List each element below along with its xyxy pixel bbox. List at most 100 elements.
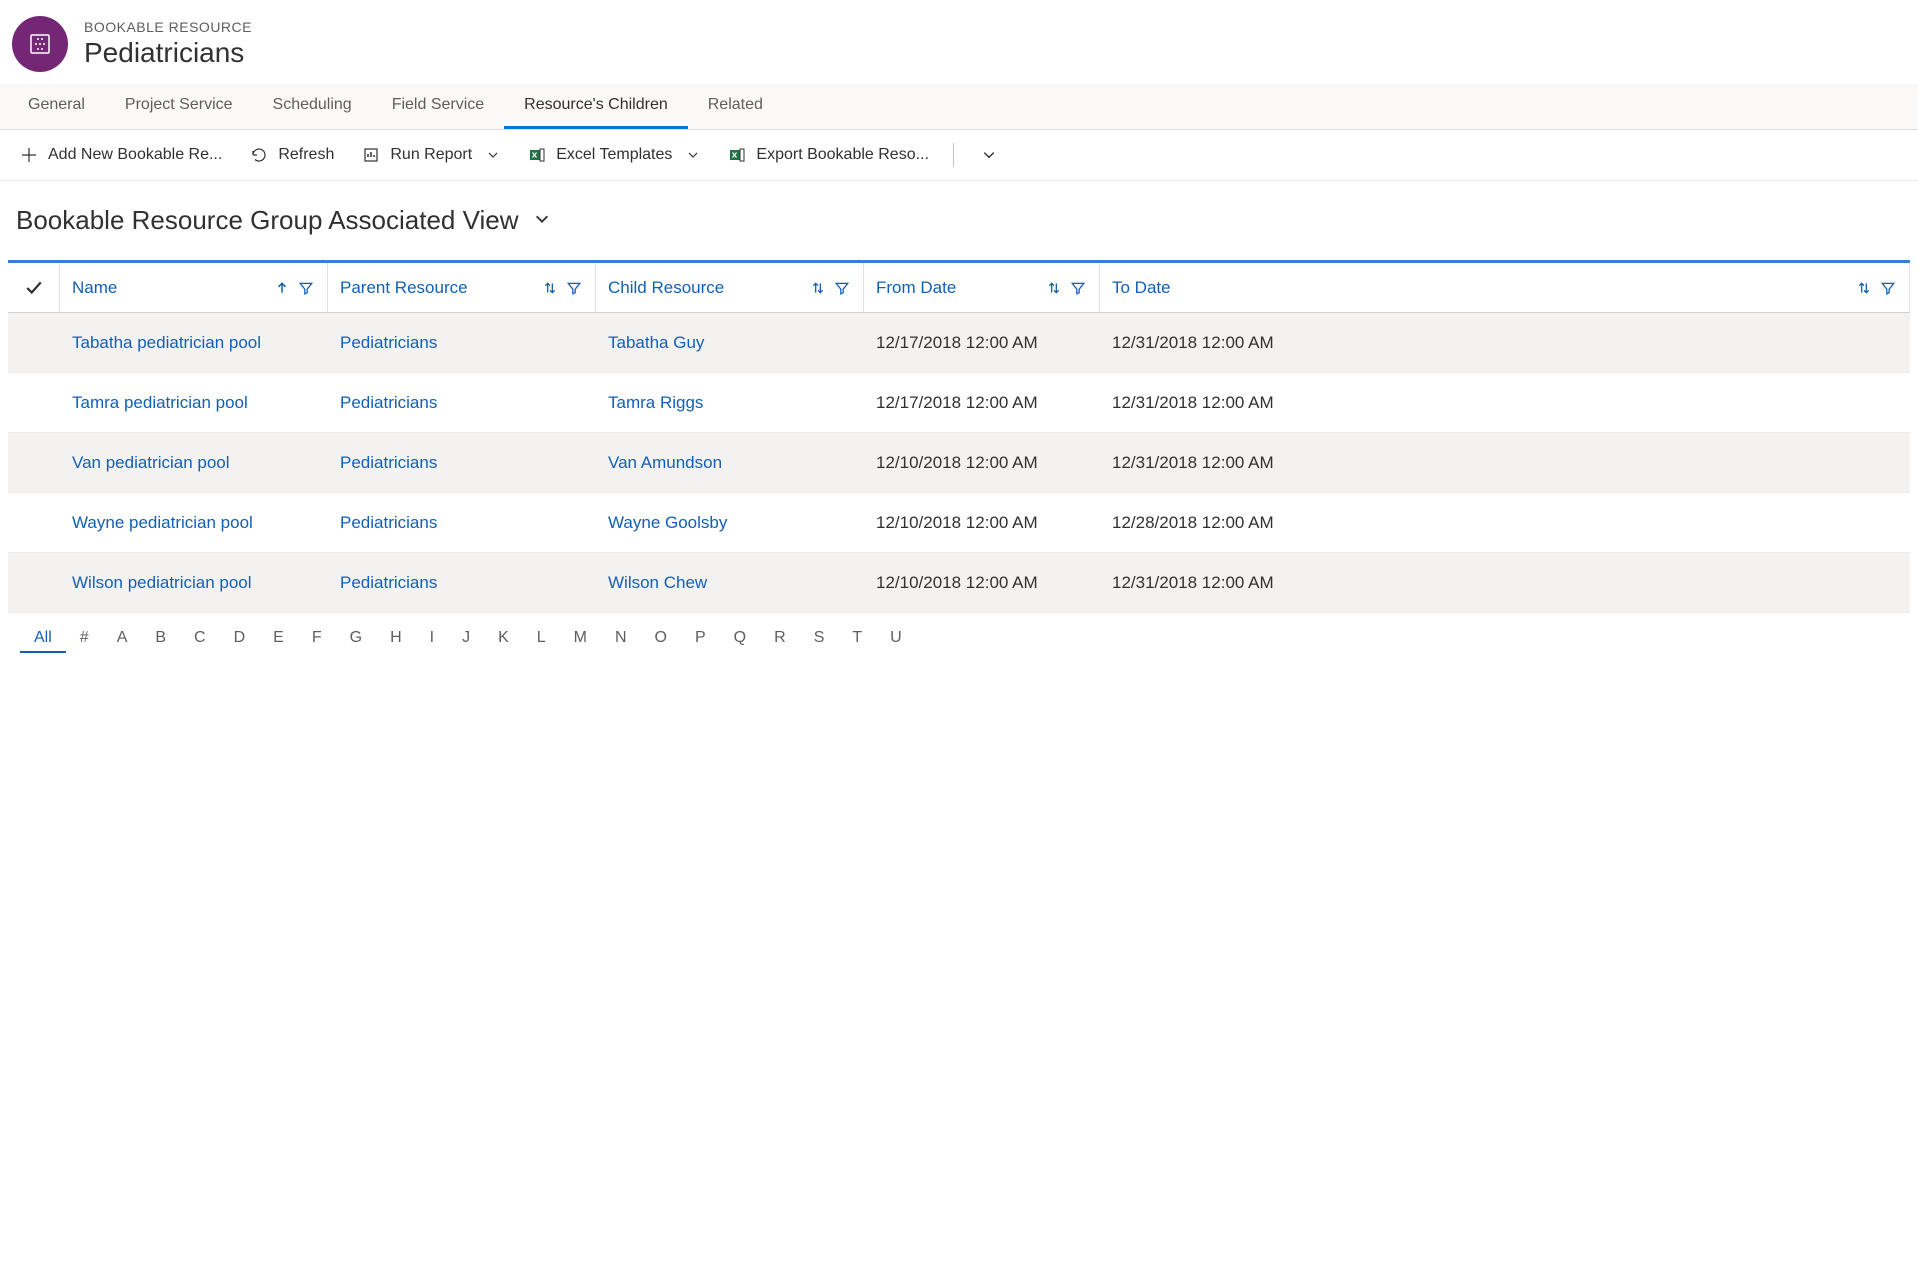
sort-icon xyxy=(1857,280,1873,296)
refresh-button[interactable]: Refresh xyxy=(242,140,342,170)
chevron-down-icon xyxy=(534,211,550,230)
cell-child-resource[interactable]: Tamra Riggs xyxy=(596,393,864,413)
cell-parent-resource[interactable]: Pediatricians xyxy=(328,573,596,593)
cell-to-date: 12/31/2018 12:00 AM xyxy=(1100,573,1910,593)
cell-to-date: 12/31/2018 12:00 AM xyxy=(1100,453,1910,473)
alpha-filter-e[interactable]: E xyxy=(259,625,298,653)
alpha-filter-m[interactable]: M xyxy=(560,625,601,653)
excel-templates-button[interactable]: Excel Templates xyxy=(520,140,708,170)
alpha-filter-t[interactable]: T xyxy=(838,625,876,653)
export-button[interactable]: Export Bookable Reso... xyxy=(720,140,937,170)
cell-parent-resource[interactable]: Pediatricians xyxy=(328,393,596,413)
alpha-filter-p[interactable]: P xyxy=(681,625,720,653)
alpha-filter-d[interactable]: D xyxy=(220,625,260,653)
cell-name[interactable]: Wayne pediatrician pool xyxy=(60,513,328,533)
select-all-checkbox[interactable] xyxy=(8,263,60,312)
alpha-filter-j[interactable]: J xyxy=(448,625,484,653)
filter-icon[interactable] xyxy=(1071,280,1087,296)
column-label: Child Resource xyxy=(608,278,803,298)
add-new-button[interactable]: Add New Bookable Re... xyxy=(12,140,230,170)
alpha-filter-c[interactable]: C xyxy=(180,625,220,653)
alpha-filter-q[interactable]: Q xyxy=(720,625,760,653)
filter-icon[interactable] xyxy=(1881,280,1897,296)
alpha-filter-u[interactable]: U xyxy=(876,625,916,653)
sort-icon xyxy=(543,280,559,296)
toolbar: Add New Bookable Re... Refresh Run Repor… xyxy=(0,130,1918,181)
chevron-down-icon xyxy=(486,148,500,162)
cell-to-date: 12/28/2018 12:00 AM xyxy=(1100,513,1910,533)
cell-name[interactable]: Wilson pediatrician pool xyxy=(60,573,328,593)
alpha-filter-l[interactable]: L xyxy=(523,625,560,653)
cell-from-date: 12/17/2018 12:00 AM xyxy=(864,333,1100,353)
column-header-parent-resource[interactable]: Parent Resource xyxy=(328,263,596,312)
view-selector[interactable]: Bookable Resource Group Associated View xyxy=(0,181,1918,260)
alpha-filter-f[interactable]: F xyxy=(298,625,336,653)
entity-icon xyxy=(12,16,68,72)
alpha-filter-all[interactable]: All xyxy=(20,625,66,653)
cell-to-date: 12/31/2018 12:00 AM xyxy=(1100,393,1910,413)
add-new-label: Add New Bookable Re... xyxy=(48,146,222,164)
column-label: Name xyxy=(72,278,267,298)
cell-child-resource[interactable]: Tabatha Guy xyxy=(596,333,864,353)
run-report-button[interactable]: Run Report xyxy=(354,140,508,170)
entity-type-label: BOOKABLE RESOURCE xyxy=(84,19,252,35)
tab-project-service[interactable]: Project Service xyxy=(105,84,253,129)
toolbar-separator xyxy=(953,143,954,167)
column-header-name[interactable]: Name xyxy=(60,263,328,312)
excel-icon xyxy=(528,146,546,164)
excel-icon xyxy=(728,146,746,164)
cell-from-date: 12/17/2018 12:00 AM xyxy=(864,393,1100,413)
alpha-filter-b[interactable]: B xyxy=(141,625,180,653)
alpha-filter-g[interactable]: G xyxy=(336,625,376,653)
chevron-down-icon xyxy=(686,148,700,162)
alpha-filter-n[interactable]: N xyxy=(601,625,641,653)
alpha-filter-bar: All#ABCDEFGHIJKLMNOPQRSTU xyxy=(0,613,1918,661)
alpha-filter-i[interactable]: I xyxy=(416,625,448,653)
alpha-filter-o[interactable]: O xyxy=(641,625,681,653)
alpha-filter-r[interactable]: R xyxy=(760,625,800,653)
page-title: Pediatricians xyxy=(84,37,252,69)
cell-to-date: 12/31/2018 12:00 AM xyxy=(1100,333,1910,353)
cell-from-date: 12/10/2018 12:00 AM xyxy=(864,573,1100,593)
tab-bar: GeneralProject ServiceSchedulingField Se… xyxy=(0,84,1918,130)
cell-parent-resource[interactable]: Pediatricians xyxy=(328,513,596,533)
table-row[interactable]: Tabatha pediatrician poolPediatriciansTa… xyxy=(8,313,1910,373)
tab-resource-s-children[interactable]: Resource's Children xyxy=(504,84,688,129)
cell-name[interactable]: Tabatha pediatrician pool xyxy=(60,333,328,353)
alpha-filter-a[interactable]: A xyxy=(103,625,142,653)
filter-icon[interactable] xyxy=(299,280,315,296)
tab-scheduling[interactable]: Scheduling xyxy=(253,84,372,129)
grid-body: Tabatha pediatrician poolPediatriciansTa… xyxy=(8,313,1910,613)
cell-child-resource[interactable]: Wilson Chew xyxy=(596,573,864,593)
table-row[interactable]: Wilson pediatrician poolPediatriciansWil… xyxy=(8,553,1910,613)
cell-name[interactable]: Tamra pediatrician pool xyxy=(60,393,328,413)
more-commands-button[interactable] xyxy=(970,142,1004,168)
column-header-child-resource[interactable]: Child Resource xyxy=(596,263,864,312)
cell-child-resource[interactable]: Van Amundson xyxy=(596,453,864,473)
table-row[interactable]: Wayne pediatrician poolPediatriciansWayn… xyxy=(8,493,1910,553)
column-header-to-date[interactable]: To Date xyxy=(1100,263,1910,312)
export-label: Export Bookable Reso... xyxy=(756,146,929,164)
alpha-filter-h[interactable]: H xyxy=(376,625,416,653)
report-icon xyxy=(362,146,380,164)
alpha-filter-s[interactable]: S xyxy=(800,625,839,653)
page-header: BOOKABLE RESOURCE Pediatricians xyxy=(0,0,1918,84)
cell-parent-resource[interactable]: Pediatricians xyxy=(328,333,596,353)
tab-field-service[interactable]: Field Service xyxy=(372,84,504,129)
tab-general[interactable]: General xyxy=(8,84,105,129)
excel-templates-label: Excel Templates xyxy=(556,146,672,164)
cell-parent-resource[interactable]: Pediatricians xyxy=(328,453,596,473)
table-row[interactable]: Tamra pediatrician poolPediatriciansTamr… xyxy=(8,373,1910,433)
column-label: Parent Resource xyxy=(340,278,535,298)
table-row[interactable]: Van pediatrician poolPediatriciansVan Am… xyxy=(8,433,1910,493)
filter-icon[interactable] xyxy=(567,280,583,296)
alpha-filter-k[interactable]: K xyxy=(484,625,523,653)
alpha-filter-#[interactable]: # xyxy=(66,625,103,653)
column-header-from-date[interactable]: From Date xyxy=(864,263,1100,312)
cell-child-resource[interactable]: Wayne Goolsby xyxy=(596,513,864,533)
cell-name[interactable]: Van pediatrician pool xyxy=(60,453,328,473)
view-title: Bookable Resource Group Associated View xyxy=(16,205,518,236)
filter-icon[interactable] xyxy=(835,280,851,296)
tab-related[interactable]: Related xyxy=(688,84,783,129)
sort-icon xyxy=(1047,280,1063,296)
